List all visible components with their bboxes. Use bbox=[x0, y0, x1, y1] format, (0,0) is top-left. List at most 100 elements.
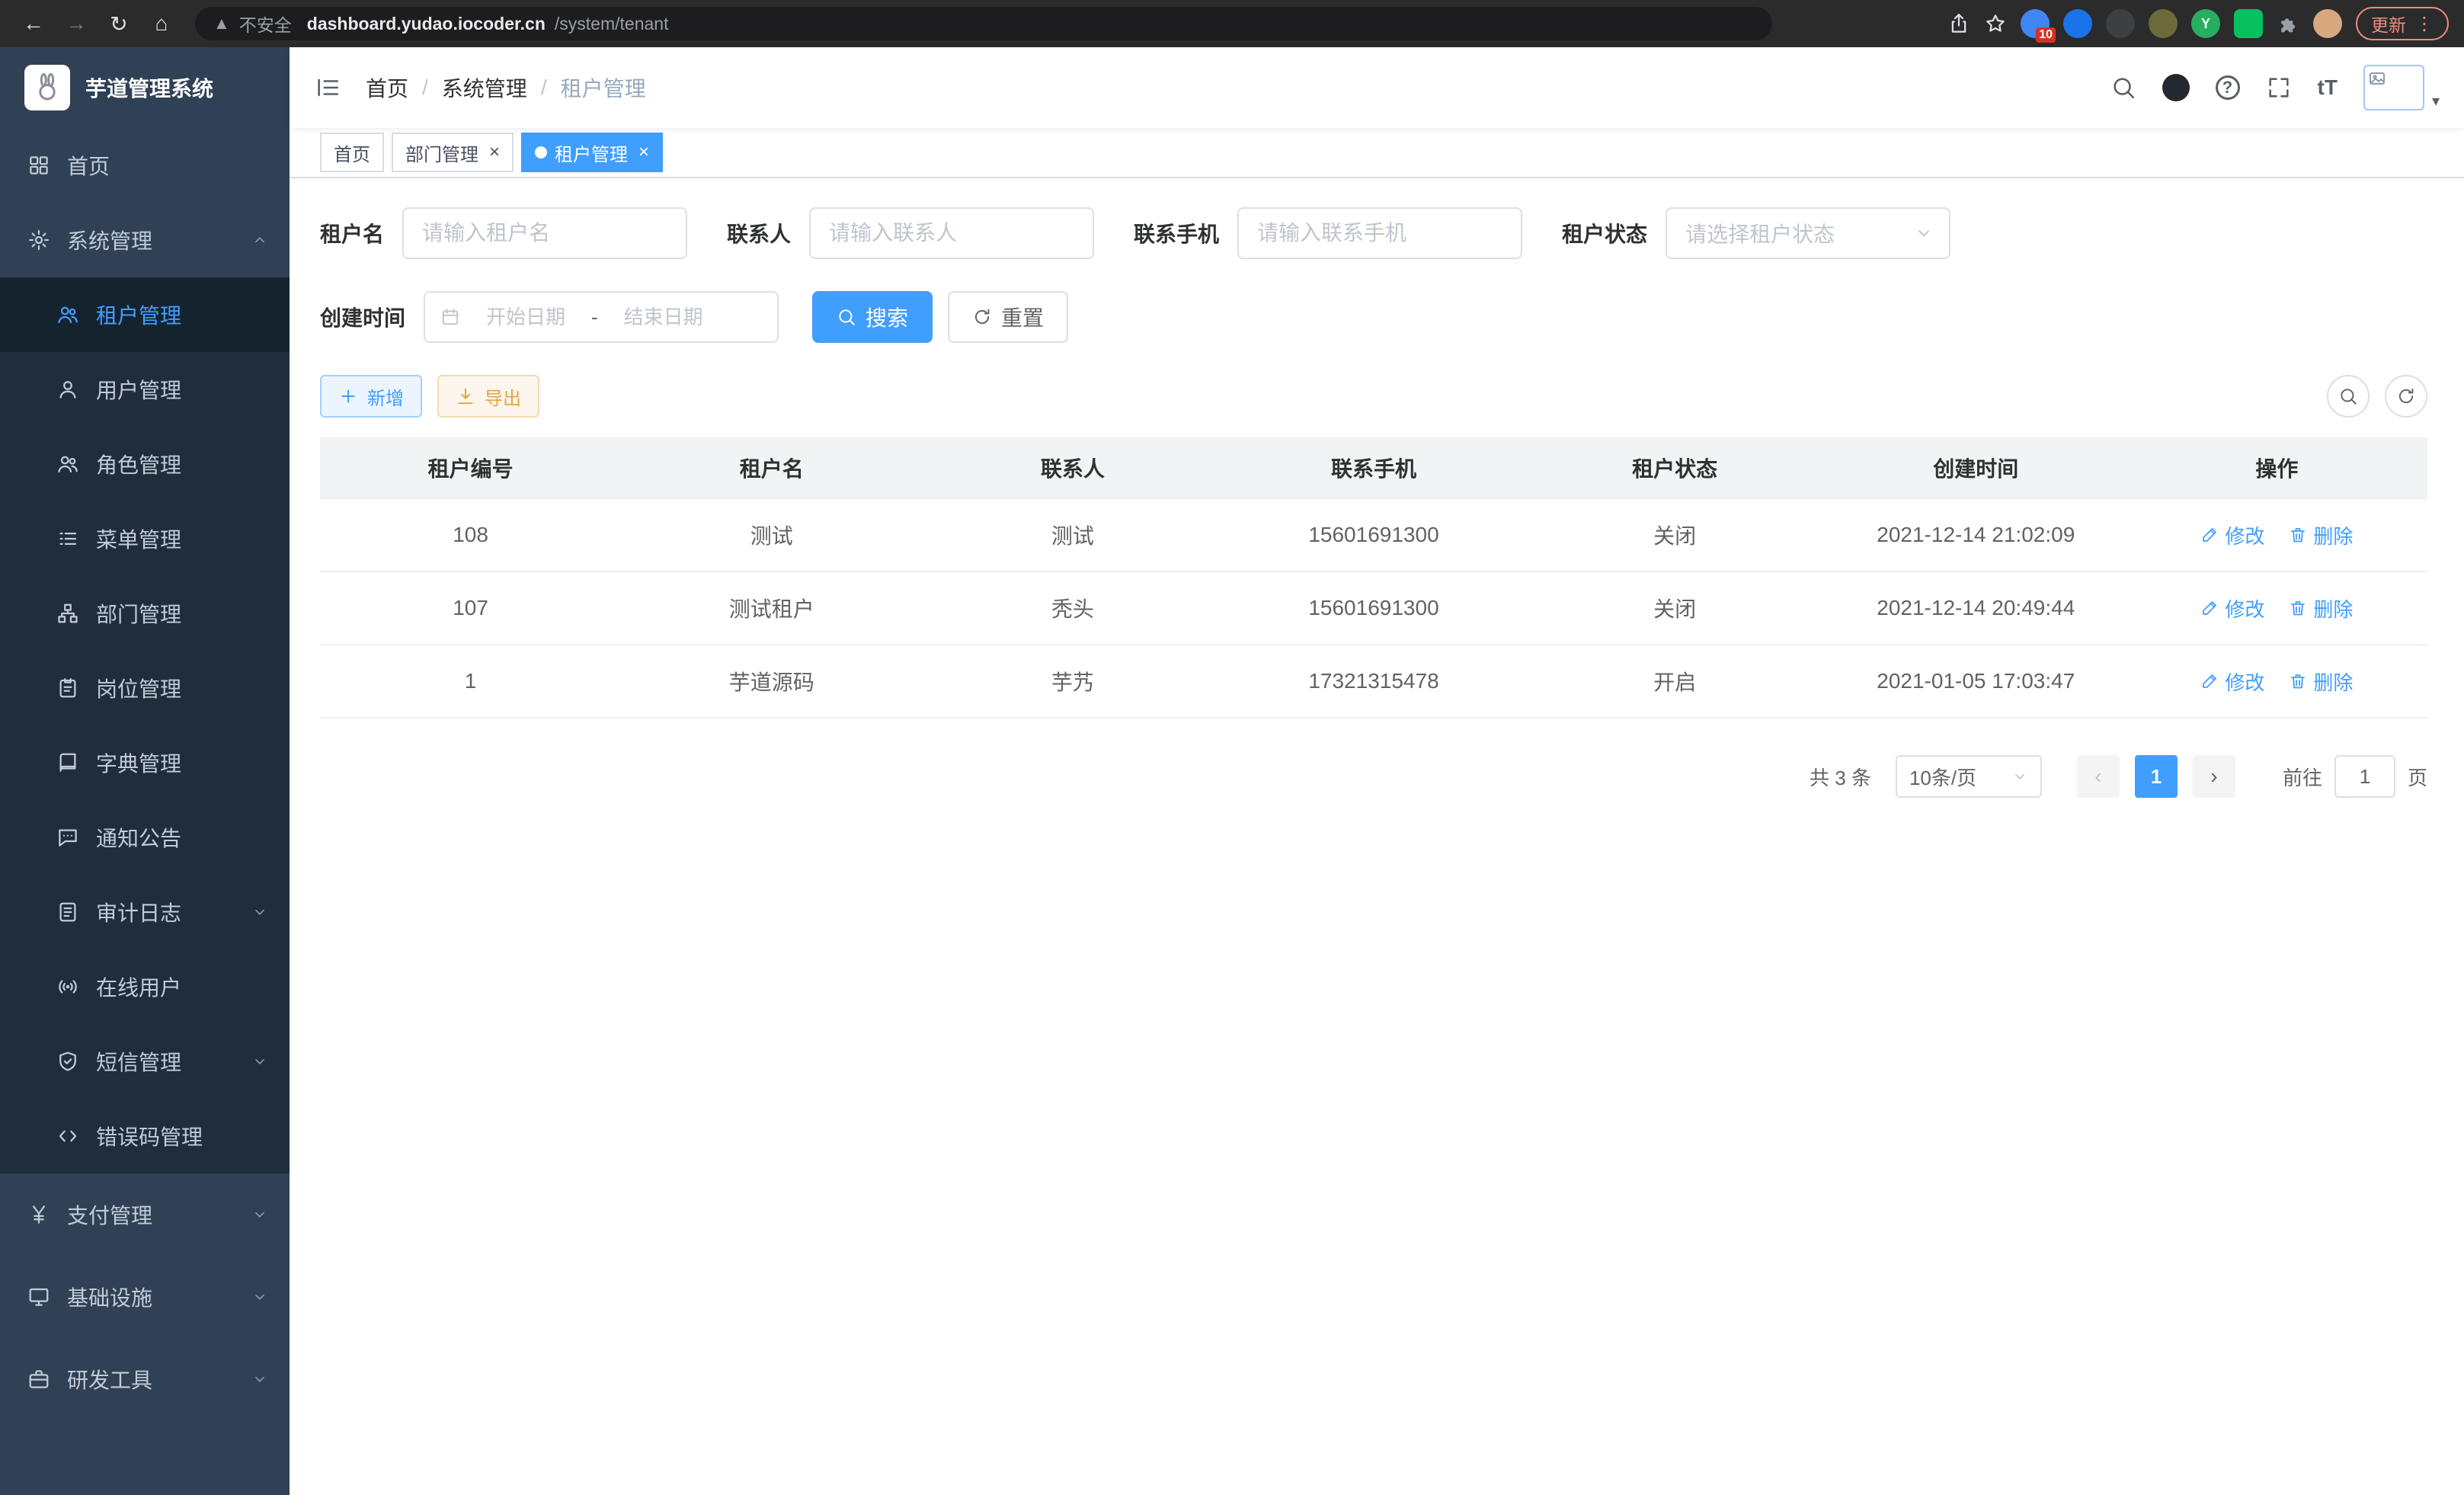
edit-button[interactable]: 修改 bbox=[2200, 594, 2264, 623]
extension-icon-1[interactable]: 10 bbox=[2021, 9, 2050, 38]
extension-icon-3[interactable] bbox=[2106, 9, 2135, 38]
sidebar-item-post[interactable]: 岗位管理 bbox=[0, 651, 290, 725]
chevron-down-icon bbox=[251, 1289, 268, 1305]
avatar-image bbox=[2363, 65, 2424, 110]
search-label: 搜索 bbox=[866, 302, 908, 332]
forward-button[interactable]: → bbox=[58, 5, 94, 42]
address-bar[interactable]: ▲ 不安全 dashboard.yudao.iocoder.cn/system/… bbox=[195, 7, 1772, 40]
sidebar-item-notice[interactable]: 通知公告 bbox=[0, 800, 290, 875]
download-icon bbox=[456, 386, 475, 406]
tab-label: 租户管理 bbox=[555, 139, 628, 166]
sidebar-group-pay[interactable]: 支付管理 bbox=[0, 1173, 290, 1256]
breadcrumb-system[interactable]: 系统管理 bbox=[442, 72, 527, 103]
sidebar-item-dept[interactable]: 部门管理 bbox=[0, 576, 290, 651]
date-range-picker[interactable]: - bbox=[424, 291, 779, 343]
goto-page-input[interactable] bbox=[2334, 755, 2395, 798]
table-header-row: 租户编号 租户名 联系人 联系手机 租户状态 创建时间 操作 bbox=[320, 437, 2427, 498]
extension-icon-4[interactable] bbox=[2149, 9, 2178, 38]
edit-button[interactable]: 修改 bbox=[2200, 521, 2264, 549]
browser-menu-icon[interactable]: ⋮ bbox=[2415, 13, 2434, 35]
add-button[interactable]: 新增 bbox=[320, 375, 422, 418]
sidebar-group-label: 基础设施 bbox=[67, 1282, 235, 1312]
tenant-name-input[interactable] bbox=[402, 207, 687, 259]
delete-button[interactable]: 删除 bbox=[2289, 521, 2353, 549]
cell-tenant-id: 108 bbox=[320, 498, 621, 571]
page-size-value: 10条/页 bbox=[1909, 763, 1976, 791]
current-page-button[interactable]: 1 bbox=[2135, 755, 2178, 798]
filter-row-2: 创建时间 - 搜索 重置 bbox=[320, 291, 2427, 343]
status-select[interactable]: 请选择租户状态 bbox=[1666, 207, 1950, 259]
share-icon[interactable] bbox=[1947, 12, 1970, 35]
pagination: 共 3 条 10条/页 ‹ 1 › 前往 页 bbox=[320, 755, 2427, 798]
close-icon[interactable]: × bbox=[489, 143, 500, 162]
date-end-input[interactable] bbox=[607, 306, 720, 329]
phone-input[interactable] bbox=[1237, 207, 1522, 259]
github-icon[interactable] bbox=[2162, 74, 2190, 101]
font-size-icon[interactable]: tT bbox=[2318, 75, 2338, 100]
sidebar-collapse-button[interactable] bbox=[290, 47, 366, 128]
sidebar-item-label: 角色管理 bbox=[96, 449, 268, 479]
bookmark-star-icon[interactable] bbox=[1984, 12, 2007, 35]
edit-button[interactable]: 修改 bbox=[2200, 667, 2264, 696]
badge-icon bbox=[56, 677, 79, 699]
sidebar-item-role[interactable]: 角色管理 bbox=[0, 427, 290, 501]
sidebar-group-system[interactable]: 系统管理 bbox=[0, 203, 290, 277]
sidebar-item-audit-log[interactable]: 审计日志 bbox=[0, 875, 290, 949]
contact-input[interactable] bbox=[809, 207, 1094, 259]
search-button[interactable]: 搜索 bbox=[812, 291, 933, 343]
date-start-input[interactable] bbox=[469, 306, 582, 329]
update-label: 更新 bbox=[2371, 11, 2406, 37]
sidebar-group-devtools[interactable]: 研发工具 bbox=[0, 1338, 290, 1420]
sidebar-item-user[interactable]: 用户管理 bbox=[0, 352, 290, 427]
extension-icon-5[interactable]: Y bbox=[2191, 9, 2220, 38]
back-button[interactable]: ← bbox=[15, 5, 52, 42]
field-label: 创建时间 bbox=[320, 302, 405, 332]
breadcrumb-home[interactable]: 首页 bbox=[366, 72, 408, 103]
page-unit-label: 页 bbox=[2408, 763, 2427, 791]
search-icon[interactable] bbox=[2110, 75, 2136, 101]
sidebar-item-sms[interactable]: 短信管理 bbox=[0, 1024, 290, 1099]
sidebar-item-menu[interactable]: 菜单管理 bbox=[0, 501, 290, 576]
reload-button[interactable]: ↻ bbox=[101, 5, 137, 42]
browser-profile-avatar[interactable] bbox=[2313, 9, 2342, 38]
chrome-update-button[interactable]: 更新 ⋮ bbox=[2356, 7, 2449, 40]
cell-status: 开启 bbox=[1525, 645, 1826, 718]
sidebar-group-infra[interactable]: 基础设施 bbox=[0, 1256, 290, 1338]
sidebar-item-label: 错误码管理 bbox=[96, 1121, 268, 1151]
field-label: 租户状态 bbox=[1562, 218, 1647, 248]
tab-label: 首页 bbox=[334, 139, 370, 166]
extension-badge: 10 bbox=[2036, 27, 2056, 43]
prev-page-button[interactable]: ‹ bbox=[2077, 755, 2120, 798]
tab-tenant[interactable]: 租户管理 × bbox=[521, 133, 663, 172]
toolbar-right bbox=[2327, 375, 2427, 418]
sidebar-item-online-user[interactable]: 在线用户 bbox=[0, 949, 290, 1024]
refresh-table-button[interactable] bbox=[2385, 375, 2427, 418]
extensions-puzzle-icon[interactable] bbox=[2277, 12, 2299, 35]
help-icon[interactable]: ? bbox=[2216, 75, 2240, 100]
extension-icon-2[interactable] bbox=[2063, 9, 2092, 38]
sidebar-item-error-code[interactable]: 错误码管理 bbox=[0, 1099, 290, 1173]
sidebar-item-dict[interactable]: 字典管理 bbox=[0, 725, 290, 800]
app-logo[interactable]: 芋道管理系统 bbox=[0, 47, 290, 128]
reset-button[interactable]: 重置 bbox=[948, 291, 1068, 343]
tab-dept[interactable]: 部门管理 × bbox=[392, 133, 514, 172]
export-button[interactable]: 导出 bbox=[437, 375, 539, 418]
user-avatar[interactable]: ▾ bbox=[2363, 65, 2440, 110]
reset-label: 重置 bbox=[1001, 302, 1044, 332]
extension-icon-6[interactable] bbox=[2234, 9, 2263, 38]
active-dot bbox=[535, 146, 547, 158]
sidebar-item-home[interactable]: 首页 bbox=[0, 128, 290, 203]
users-icon bbox=[56, 303, 79, 326]
next-page-button[interactable]: › bbox=[2193, 755, 2235, 798]
fullscreen-icon[interactable] bbox=[2266, 75, 2292, 101]
tab-home[interactable]: 首页 bbox=[320, 133, 384, 172]
home-button[interactable]: ⌂ bbox=[143, 5, 180, 42]
sidebar-item-label: 在线用户 bbox=[96, 972, 268, 1002]
breadcrumb-separator: / bbox=[541, 75, 547, 100]
delete-button[interactable]: 删除 bbox=[2289, 594, 2353, 623]
page-size-select[interactable]: 10条/页 bbox=[1896, 755, 2042, 798]
sidebar-item-tenant[interactable]: 租户管理 bbox=[0, 277, 290, 352]
close-icon[interactable]: × bbox=[638, 143, 649, 162]
toggle-search-button[interactable] bbox=[2327, 375, 2370, 418]
delete-button[interactable]: 删除 bbox=[2289, 667, 2353, 696]
